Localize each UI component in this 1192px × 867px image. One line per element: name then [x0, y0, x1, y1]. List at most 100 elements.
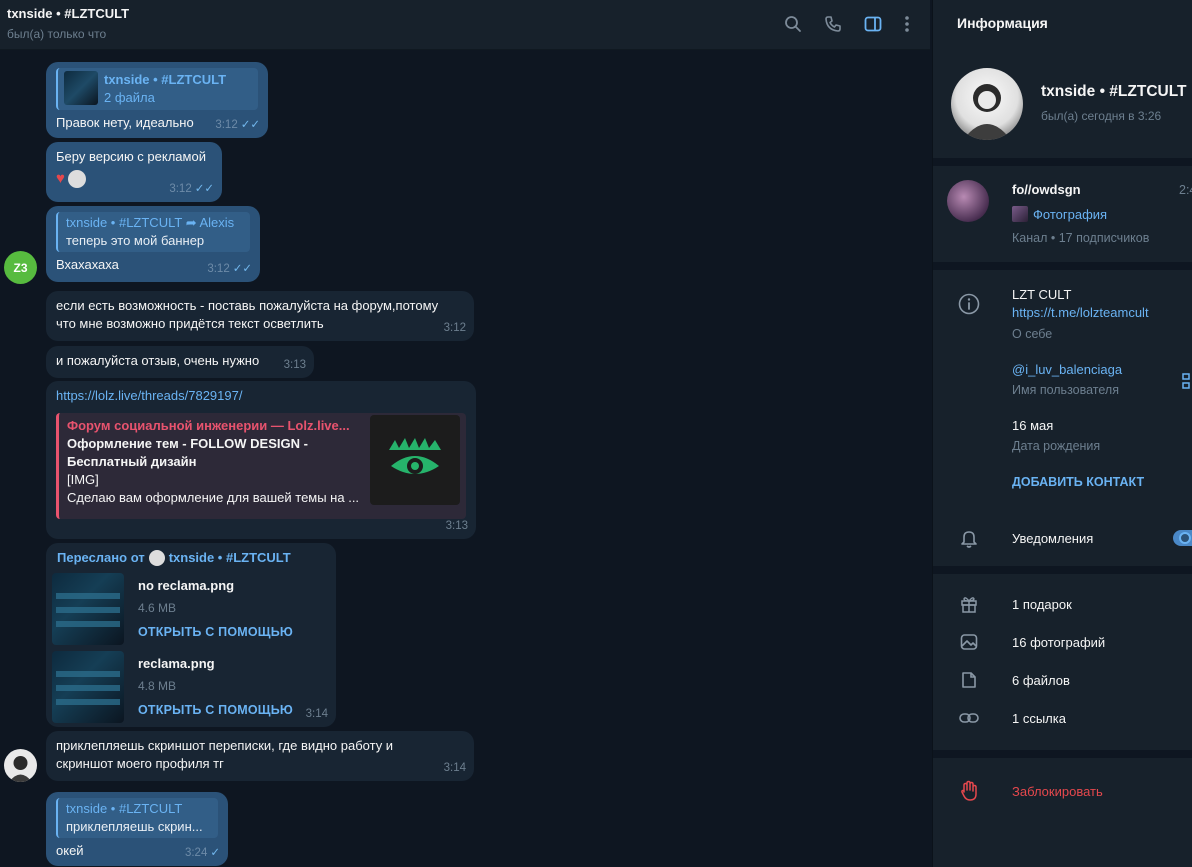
- about-text: LZT CULT: [1012, 287, 1072, 302]
- message-outgoing[interactable]: txnside • #LZTCULT приклепляешь скрин...…: [46, 792, 228, 866]
- check-icon: ✓: [210, 847, 220, 859]
- preview-text: Сделаю вам оформление для вашей темы на …: [67, 490, 360, 505]
- forward-arrow-icon: ➦: [185, 215, 197, 230]
- qr-code-icon[interactable]: [1181, 372, 1191, 390]
- birthday-value: 16 мая: [1012, 418, 1054, 433]
- profile-status: был(а) сегодня в 3:26: [1041, 109, 1162, 123]
- reply-quote[interactable]: txnside • #LZTCULT ➦ Alexis теперь это м…: [56, 212, 250, 252]
- reply-quote[interactable]: txnside • #LZTCULT приклепляешь скрин...: [56, 798, 218, 838]
- message-time: 3:12: [443, 322, 466, 334]
- preview-site: Форум социальной инженерии — Lolz.live..…: [67, 418, 350, 433]
- chat-title[interactable]: txnside • #LZTCULT: [7, 6, 129, 21]
- profile-avatar[interactable]: [951, 68, 1023, 140]
- message-link[interactable]: https://lolz.live/threads/7829197/: [56, 387, 466, 405]
- message-time: 3:14: [443, 762, 466, 774]
- file-thumbnail[interactable]: [52, 651, 124, 723]
- file-name: reclama.png: [138, 656, 215, 671]
- message-text: и пожалуйста отзыв, очень нужно: [56, 353, 260, 368]
- forward-prefix: Переслано от: [57, 550, 145, 565]
- message-time: 3:12 ✓✓: [207, 260, 252, 278]
- telegram-window: txnside • #LZTCULT был(а) только что txn…: [0, 0, 1192, 867]
- avatar[interactable]: [4, 749, 37, 782]
- username-link[interactable]: @i_luv_balenciaga: [1012, 362, 1122, 377]
- message-text-line: скриншот моего профиля тг: [56, 756, 224, 771]
- file-icon: [957, 668, 981, 692]
- username-label: Имя пользователя: [1012, 383, 1119, 397]
- message-time: 3:12 ✓✓: [169, 180, 214, 198]
- birthday-label: Дата рождения: [1012, 439, 1101, 453]
- double-check-icon: ✓✓: [240, 119, 260, 131]
- channel-avatar[interactable]: [947, 180, 989, 222]
- gift-icon: [957, 592, 981, 616]
- links-link[interactable]: 1 ссылка: [1012, 711, 1066, 726]
- add-contact-button[interactable]: ДОБАВИТЬ КОНТАКТ: [1012, 475, 1144, 489]
- reply-text: 2 файла: [104, 90, 155, 105]
- phone-icon[interactable]: [821, 12, 845, 36]
- reply-author: txnside • #LZTCULT: [66, 215, 183, 230]
- file-attachment[interactable]: no reclama.png 4.6 MB ОТКРЫТЬ С ПОМОЩЬЮ: [52, 573, 326, 651]
- bell-icon: [957, 526, 981, 550]
- photo-icon: [957, 630, 981, 654]
- message-time: 3:12 ✓✓: [215, 116, 260, 134]
- file-attachment[interactable]: reclama.png 4.8 MB ОТКРЫТЬ С ПОМОЩЬЮ: [52, 651, 326, 729]
- chat-status: был(а) только что: [7, 27, 107, 41]
- reply-author: txnside • #LZTCULT: [66, 801, 183, 816]
- message-incoming[interactable]: приклепляешь скриншот переписки, где вид…: [46, 731, 474, 781]
- message-outgoing[interactable]: txnside • #LZTCULT ➦ Alexis теперь это м…: [46, 206, 260, 282]
- chat-pane: txnside • #LZTCULT был(а) только что txn…: [0, 0, 930, 867]
- message-incoming[interactable]: и пожалуйста отзыв, очень нужно 3:13: [46, 346, 314, 378]
- chat-header[interactable]: txnside • #LZTCULT был(а) только что: [0, 0, 930, 50]
- message-text: Беру версию с рекламой: [56, 149, 206, 164]
- reply-text: теперь это мой баннер: [66, 233, 205, 248]
- link-preview[interactable]: Форум социальной инженерии — Lolz.live..…: [56, 413, 466, 519]
- about-label: О себе: [1012, 327, 1053, 341]
- divider: [933, 262, 1192, 270]
- avatar[interactable]: Z3: [4, 251, 37, 284]
- channel-time: 2:4: [1179, 183, 1192, 197]
- info-icon: [957, 292, 981, 316]
- info-panel: Информация txnside • #LZTCULT был(а) сег…: [932, 0, 1192, 867]
- double-check-icon: ✓✓: [194, 183, 214, 195]
- search-icon[interactable]: [781, 12, 805, 36]
- divider: [933, 566, 1192, 574]
- link-icon: [957, 706, 981, 730]
- file-size: 4.8 MB: [138, 679, 177, 693]
- sidebar-toggle-icon[interactable]: [861, 12, 885, 36]
- message-incoming[interactable]: если есть возможность - поставь пожалуйс…: [46, 291, 474, 341]
- message-outgoing[interactable]: txnside • #LZTCULT 2 файла Правок нету, …: [46, 62, 268, 138]
- message-time: 3:24 ✓: [185, 844, 220, 862]
- message-text-line: что мне возможно придётся текст осветлит…: [56, 316, 324, 331]
- message-time: 3:13: [445, 520, 468, 532]
- photos-link[interactable]: 16 фотографий: [1012, 635, 1105, 650]
- reaction-avatar: [67, 170, 86, 188]
- divider: [933, 158, 1192, 166]
- reply-author: txnside • #LZTCULT: [104, 72, 227, 87]
- open-with-button[interactable]: ОТКРЫТЬ С ПОМОЩЬЮ: [138, 623, 293, 641]
- message-incoming[interactable]: https://lolz.live/threads/7829197/ Форум…: [46, 381, 476, 539]
- divider: [933, 750, 1192, 758]
- channel-meta: Канал • 17 подписчиков: [1012, 231, 1150, 245]
- open-with-button[interactable]: ОТКРЫТЬ С ПОМОЩЬЮ: [138, 701, 293, 719]
- block-hand-icon: [957, 779, 981, 803]
- more-icon[interactable]: [895, 12, 919, 36]
- channel-last-post[interactable]: Фотография: [1012, 206, 1107, 222]
- files-link[interactable]: 6 файлов: [1012, 673, 1070, 688]
- message-outgoing[interactable]: Беру версию с рекламой ♥ 3:12 ✓✓: [46, 142, 222, 202]
- about-link[interactable]: https://t.me/lolzteamcult: [1012, 305, 1149, 320]
- file-thumbnail[interactable]: [52, 573, 124, 645]
- forward-author: txnside • #LZTCULT: [168, 550, 291, 565]
- block-button[interactable]: Заблокировать: [1012, 784, 1103, 799]
- gifts-link[interactable]: 1 подарок: [1012, 597, 1072, 612]
- info-header: Информация: [957, 15, 1048, 31]
- photo-thumbnail: [1012, 206, 1028, 222]
- message-incoming[interactable]: Переслано от txnside • #LZTCULT no recla…: [46, 543, 336, 727]
- notifications-toggle[interactable]: [1173, 530, 1192, 546]
- forward-header[interactable]: Переслано от txnside • #LZTCULT: [52, 549, 326, 567]
- profile-name: txnside • #LZTCULT: [1041, 83, 1187, 100]
- channel-name[interactable]: fo//owdsgn: [1012, 182, 1081, 197]
- reply-quote[interactable]: txnside • #LZTCULT 2 файла: [56, 68, 258, 110]
- message-text-line: приклепляешь скриншот переписки, где вид…: [56, 738, 394, 753]
- forward-avatar: [148, 550, 165, 566]
- message-text-line: если есть возможность - поставь пожалуйс…: [56, 298, 439, 313]
- channel-post: Фотография: [1033, 206, 1108, 222]
